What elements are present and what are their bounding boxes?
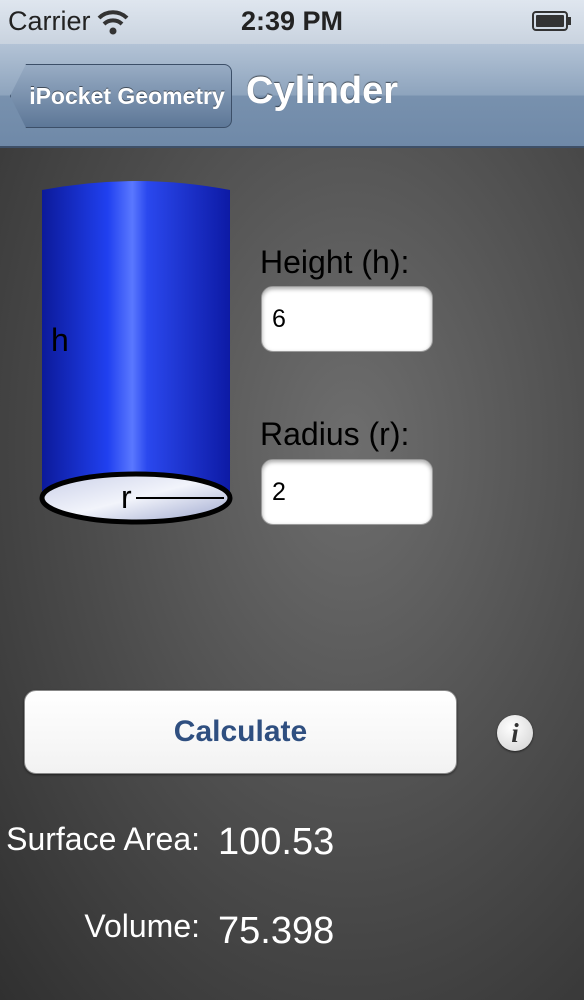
page-title: Cylinder: [246, 70, 399, 112]
back-button[interactable]: iPocket Geometry: [10, 64, 232, 128]
status-bar: Carrier 2:39 PM: [0, 0, 584, 44]
radius-input[interactable]: [261, 459, 433, 525]
calculate-button[interactable]: Calculate: [24, 690, 457, 774]
surface-area-label: Surface Area:: [6, 821, 200, 857]
volume-value: 75.398: [218, 910, 335, 952]
height-diagram-label: h: [51, 322, 69, 358]
battery-icon: [532, 11, 571, 31]
surface-area-value: 100.53: [218, 821, 335, 863]
main-content: h r Height (h): Radius (r): Calculate i …: [0, 148, 584, 1000]
info-icon[interactable]: i: [497, 715, 533, 751]
height-label: Height (h):: [260, 244, 410, 280]
status-time: 2:39 PM: [240, 6, 344, 36]
height-input[interactable]: [261, 286, 433, 352]
volume-label: Volume:: [84, 908, 200, 944]
navigation-bar: iPocket Geometry Cylinder: [0, 44, 584, 148]
radius-diagram-label: r: [121, 479, 132, 515]
radius-label: Radius (r):: [260, 416, 410, 452]
